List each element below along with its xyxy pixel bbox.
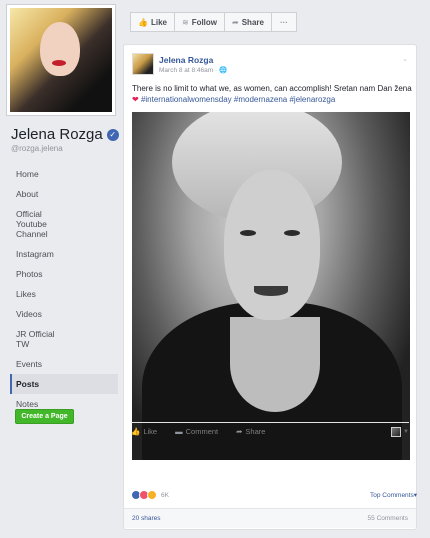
post-action-bar: 👍 Like ▬ Comment ➦ Share ▼ [131,422,409,438]
rss-icon: ≋ [181,17,189,27]
sidebar-item-photos[interactable]: Photos [10,264,118,284]
profile-photo [10,8,112,112]
post-body-text: There is no limit to what we, as women, … [132,84,412,105]
top-comments-dropdown[interactable]: Top Comments▾ [370,491,417,499]
sidebar-item-events[interactable]: Events [10,354,118,374]
thumbs-up-icon: 👍 [131,427,141,436]
sidebar-item-videos[interactable]: Videos [10,304,118,324]
post-comment-label: Comment [185,427,219,436]
follow-label: Follow [191,17,218,27]
post-hashtags[interactable]: #internationalwomensday #modernazena #je… [141,95,335,104]
follow-button[interactable]: ≋ Follow [173,12,226,32]
create-page-button[interactable]: Create a Page [15,409,74,424]
thumbs-up-icon: 👍 [138,17,148,27]
comments-link[interactable]: 55 Comments [368,515,408,522]
sidebar-item-instagram[interactable]: Instagram [10,244,118,264]
post-share-label: Share [245,427,266,436]
share-page-label: Share [241,17,264,27]
globe-icon: 🌐 [218,67,228,74]
heart-icon: ❤ [132,94,139,104]
page-action-bar: 👍 Like ≋ Follow ➦ Share ··· [130,12,297,32]
photo-smile-shape [254,286,288,296]
sidebar-nav: Home About Official Youtube Channel Inst… [10,164,118,414]
sidebar-item-home[interactable]: Home [10,164,118,184]
like-page-label: Like [150,17,167,27]
post-time-text: March 8 at 8:46am · [159,67,219,74]
wow-reaction-icon[interactable] [147,490,157,500]
verified-badge-icon: ✓ [106,128,119,141]
post-timestamp[interactable]: March 8 at 8:46am · 🌐 [159,66,227,74]
post-like-button[interactable]: 👍 Like [131,427,157,436]
photo-right-eye-shape [284,230,300,236]
sidebar-item-youtube[interactable]: Official Youtube Channel [10,204,80,244]
share-arrow-icon: ➦ [232,17,239,27]
shares-link[interactable]: 20 shares [132,515,161,522]
more-options-button[interactable]: ··· [270,12,297,32]
profile-lips-shape [52,60,66,66]
photo-face-shape [224,170,320,320]
sidebar-item-posts[interactable]: Posts [10,374,118,394]
profile-face-shape [40,22,80,76]
post-footer: 20 shares 55 Comments [124,508,416,528]
profile-picture[interactable] [6,4,116,116]
photo-left-eye-shape [240,230,256,236]
reactions-summary: 6K Top Comments▾ [131,488,417,502]
post-header: Jelena Rozga March 8 at 8:46am · 🌐 ⌄ [132,53,408,77]
comment-icon: ▬ [175,427,183,436]
post-options-chevron-icon[interactable]: ⌄ [402,55,408,63]
post-photo[interactable] [132,112,410,460]
post-message: There is no limit to what we, as women, … [132,84,412,93]
like-page-button[interactable]: 👍 Like [130,12,175,32]
caret-down-icon: ▼ [403,428,409,435]
sidebar-item-about[interactable]: About [10,184,118,204]
post-card: Jelena Rozga March 8 at 8:46am · 🌐 ⌄ The… [123,44,417,530]
page-title[interactable]: Jelena Rozga ✓ [11,126,119,143]
post-author-name[interactable]: Jelena Rozga [159,55,213,65]
post-like-label: Like [143,427,158,436]
sidebar-item-jr-official-tw[interactable]: JR Official TW [10,324,70,354]
post-comment-button[interactable]: ▬ Comment [175,427,218,436]
sidebar-item-likes[interactable]: Likes [10,284,118,304]
page-mini-avatar [391,426,402,437]
page-handle[interactable]: @rozga.jelena [11,144,63,153]
page-name: Jelena Rozga [11,126,103,143]
photo-neckline-shape [230,317,320,412]
post-share-button[interactable]: ➦ Share [236,427,265,436]
reaction-count[interactable]: 6K [161,492,169,499]
post-as-selector[interactable]: ▼ [391,426,409,437]
share-arrow-icon: ➦ [236,427,243,436]
post-author-avatar[interactable] [132,53,154,75]
share-page-button[interactable]: ➦ Share [224,12,272,32]
